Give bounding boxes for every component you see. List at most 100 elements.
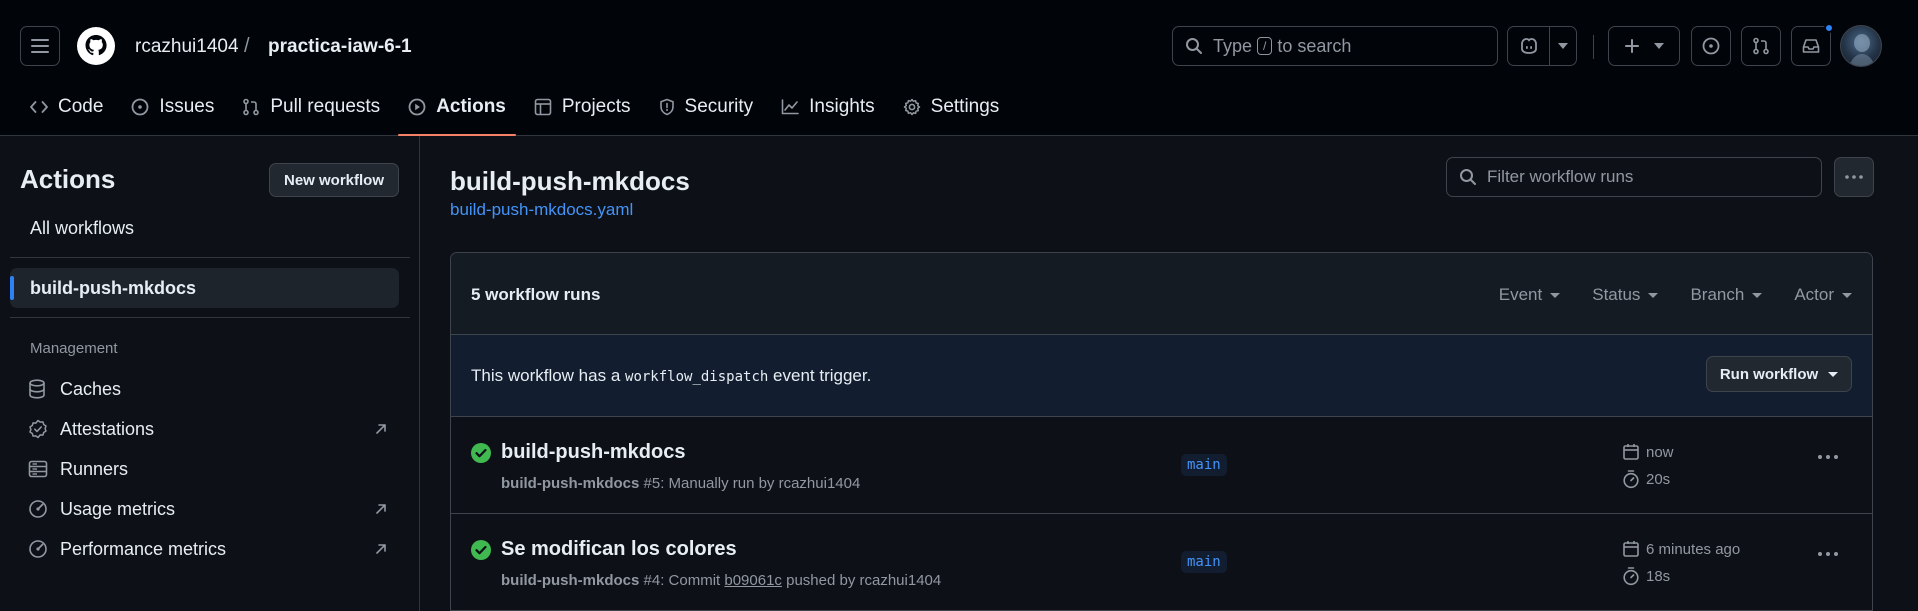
git-pull-request-icon: [1753, 37, 1769, 55]
kebab-horizontal-icon[interactable]: [1818, 552, 1838, 556]
repo-tabs: Code Issues Pull requests Actions Projec…: [20, 86, 1017, 136]
play-icon: [408, 98, 426, 116]
copilot-dropdown-button[interactable]: [1550, 27, 1576, 65]
dispatch-message: This workflow has a workflow_dispatch ev…: [471, 366, 871, 386]
tab-insights[interactable]: Insights: [771, 86, 884, 128]
issue-opened-icon: [132, 98, 149, 116]
calendar-icon: [1623, 541, 1639, 557]
tab-code[interactable]: Code: [20, 86, 113, 128]
tab-label: Projects: [561, 96, 631, 117]
workflow-title: build-push-mkdocs: [450, 166, 690, 196]
copilot-button[interactable]: [1508, 27, 1550, 65]
gear-icon: [903, 98, 920, 116]
tab-settings[interactable]: Settings: [893, 86, 1010, 128]
sidebar-item-label: Runners: [60, 458, 129, 479]
stopwatch-icon: [1623, 470, 1639, 489]
all-workflows-link[interactable]: All workflows: [30, 218, 134, 239]
run-details: build-push-mkdocs #5: Manually run by rc…: [501, 475, 860, 492]
tab-label: Pull requests: [270, 96, 381, 117]
run-duration: 18s: [1622, 566, 1670, 586]
tab-projects[interactable]: Projects: [524, 86, 641, 128]
branch-label[interactable]: main: [1181, 551, 1227, 573]
triangle-down-icon: [1752, 292, 1763, 298]
run-detail-text: : Manually run by rcazhui1404: [660, 475, 861, 492]
git-pull-request-icon: [243, 98, 260, 116]
search-icon: [1460, 169, 1476, 185]
branch-label[interactable]: main: [1181, 454, 1227, 476]
tab-label: Settings: [930, 96, 1000, 117]
create-new-button[interactable]: [1608, 26, 1680, 66]
verified-icon: [28, 419, 50, 439]
shield-icon: [659, 98, 674, 116]
sidebar-item-build-push-mkdocs[interactable]: build-push-mkdocs: [10, 268, 399, 308]
kebab-horizontal-icon: [1845, 175, 1863, 179]
app-header: rcazhui1404 / practica-iaw-6-1 Type / to…: [0, 0, 1918, 136]
repo-name-link[interactable]: practica-iaw-6-1: [268, 36, 412, 58]
tab-label: Insights: [809, 96, 875, 117]
tab-security[interactable]: Security: [649, 86, 764, 128]
kebab-horizontal-icon[interactable]: [1818, 455, 1838, 459]
workflow-file-link[interactable]: build-push-mkdocs.yaml: [450, 200, 633, 220]
filter-event-dropdown[interactable]: Event: [1498, 285, 1561, 305]
arrow-up-right-icon: [376, 544, 386, 554]
stopwatch-icon: [1623, 567, 1639, 586]
issues-button[interactable]: [1691, 26, 1731, 66]
sidebar-item-caches[interactable]: Caches: [28, 374, 398, 404]
tab-pull-requests[interactable]: Pull requests: [232, 86, 390, 128]
run-title-link[interactable]: Se modifican los colores: [501, 538, 737, 561]
filter-branch-dropdown[interactable]: Branch: [1690, 285, 1763, 305]
filter-label: Branch: [1690, 285, 1745, 304]
hamburger-icon: [31, 39, 49, 53]
server-icon: [28, 460, 50, 478]
run-number: #4: [643, 572, 661, 589]
dispatch-event-code: workflow_dispatch: [625, 369, 769, 385]
notification-dot: [1824, 23, 1834, 33]
more-options-button[interactable]: [1834, 157, 1874, 197]
triangle-down-icon: [1648, 292, 1659, 298]
sidebar-item-attestations[interactable]: Attestations: [28, 414, 398, 444]
sidebar-item-runners[interactable]: Runners: [28, 454, 398, 484]
commit-sha-link[interactable]: b09061c: [724, 572, 782, 589]
global-search-input[interactable]: Type / to search: [1172, 26, 1498, 66]
filter-status-dropdown[interactable]: Status: [1592, 285, 1659, 305]
repo-owner-link[interactable]: rcazhui1404: [135, 36, 239, 58]
management-heading: Management: [30, 340, 118, 357]
pull-requests-button[interactable]: [1741, 26, 1781, 66]
sidebar-item-performance-metrics[interactable]: Performance metrics: [28, 534, 398, 564]
issue-opened-icon: [1702, 37, 1720, 55]
run-workflow-button[interactable]: Run workflow: [1706, 356, 1852, 392]
run-title-link[interactable]: build-push-mkdocs: [501, 441, 685, 464]
triangle-down-icon: [1550, 292, 1561, 298]
inbox-icon: [1802, 39, 1820, 53]
run-detail-text: : Commit: [660, 572, 721, 589]
arrow-up-right-icon: [376, 504, 386, 514]
tab-label: Actions: [436, 96, 506, 117]
search-shortcut-key: /: [1257, 37, 1273, 55]
new-workflow-button[interactable]: New workflow: [269, 163, 399, 197]
sidebar-item-usage-metrics[interactable]: Usage metrics: [28, 494, 398, 524]
workflow-runs-header: 5 workflow runs Event Status Branch Acto…: [451, 253, 1872, 335]
run-details: build-push-mkdocs #4: Commit b09061c pus…: [501, 572, 941, 589]
workflow-run-row[interactable]: build-push-mkdocs build-push-mkdocs #5: …: [451, 417, 1872, 514]
tab-issues[interactable]: Issues: [121, 86, 224, 128]
workflow-runs-box: 5 workflow runs Event Status Branch Acto…: [450, 252, 1873, 611]
github-logo-icon[interactable]: [76, 26, 116, 66]
run-when: 6 minutes ago: [1646, 540, 1741, 558]
triangle-down-icon: [1654, 43, 1664, 49]
filter-label: Event: [1498, 285, 1543, 304]
tab-actions[interactable]: Actions: [398, 86, 516, 136]
dispatch-text-after: event trigger.: [773, 366, 872, 385]
run-timestamp: 6 minutes ago: [1622, 540, 1740, 558]
workflow-run-row[interactable]: Se modifican los colores build-push-mkdo…: [451, 514, 1872, 611]
filter-label: Actor: [1794, 285, 1834, 304]
menu-button[interactable]: [20, 26, 60, 66]
filter-actor-dropdown[interactable]: Actor: [1794, 285, 1852, 305]
triangle-down-icon: [1558, 43, 1568, 49]
sidebar-item-label: Performance metrics: [60, 538, 227, 559]
user-avatar[interactable]: [1840, 25, 1882, 67]
sidebar-divider: [10, 257, 410, 258]
meter-icon: [28, 499, 50, 519]
filter-workflow-runs-input[interactable]: Filter workflow runs: [1446, 157, 1822, 197]
search-suffix: to search: [1277, 35, 1352, 56]
triangle-down-icon: [1842, 292, 1852, 298]
